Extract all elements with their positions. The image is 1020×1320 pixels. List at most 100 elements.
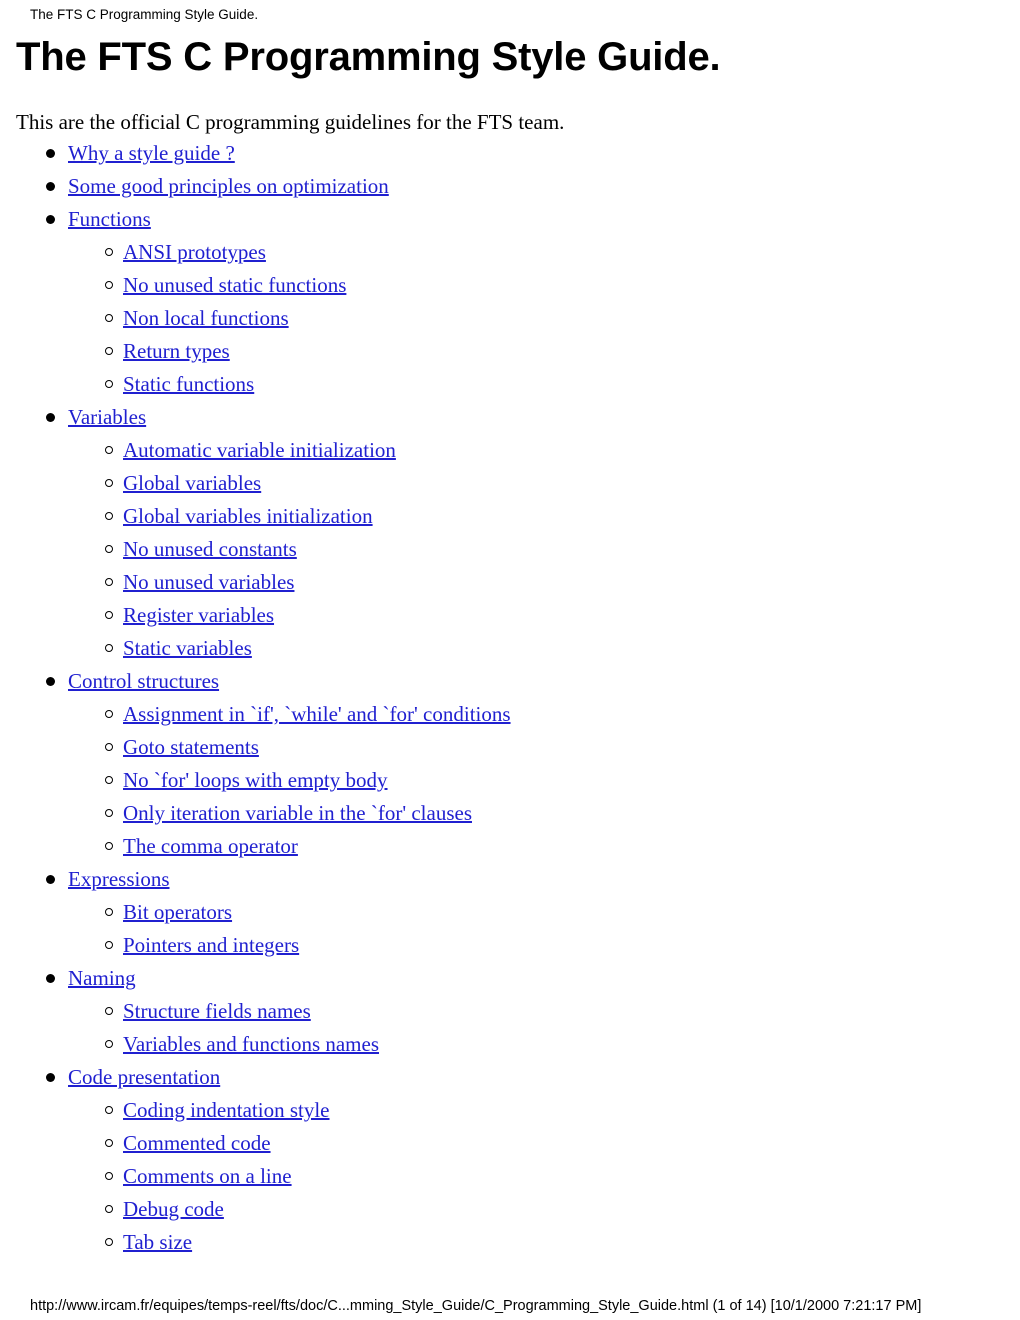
toc-link[interactable]: Variables [68, 404, 146, 431]
toc-subitem: Register variables [0, 602, 1020, 635]
toc-list-level1: Why a style guide ? Some good principles … [0, 140, 1020, 1262]
toc-list-level2: ANSI prototypes No unused static function… [0, 239, 1020, 404]
toc-row: No unused constants [0, 536, 1020, 569]
toc-sublink[interactable]: Variables and functions names [123, 1031, 379, 1058]
toc-sublink[interactable]: Pointers and integers [123, 932, 299, 959]
toc-subitem: Automatic variable initialization [0, 437, 1020, 470]
toc-row: Code presentation [0, 1064, 1020, 1097]
toc-subitem: Pointers and integers [0, 932, 1020, 965]
toc-sublink[interactable]: Static variables [123, 635, 252, 662]
intro-paragraph: This are the official C programming guid… [16, 110, 565, 134]
toc-sublink[interactable]: Automatic variable initialization [123, 437, 396, 464]
toc-sublink[interactable]: Structure fields names [123, 998, 311, 1025]
toc-sublink[interactable]: Tab size [123, 1229, 192, 1256]
disc-bullet-icon [46, 974, 55, 983]
page-title: The FTS C Programming Style Guide. [16, 35, 721, 79]
running-head: The FTS C Programming Style Guide. [30, 7, 259, 22]
toc-sublink[interactable]: No `for' loops with empty body [123, 767, 388, 794]
disc-bullet-icon [46, 875, 55, 884]
toc-sublink[interactable]: Goto statements [123, 734, 259, 761]
toc-row: Assignment in `if', `while' and `for' co… [0, 701, 1020, 734]
toc-item: Functions ANSI prototypes No unused static… [0, 206, 1020, 404]
toc-link[interactable]: Why a style guide ? [68, 140, 235, 167]
toc-subitem: Variables and functions names [0, 1031, 1020, 1064]
toc-sublink[interactable]: Return types [123, 338, 230, 365]
toc-link[interactable]: Naming [68, 965, 136, 992]
toc-sublink[interactable]: No unused static functions [123, 272, 346, 299]
toc-link[interactable]: Functions [68, 206, 151, 233]
circle-bullet-icon [105, 248, 113, 256]
toc-sublink[interactable]: Assignment in `if', `while' and `for' co… [123, 701, 511, 728]
toc-sublink[interactable]: Global variables [123, 470, 261, 497]
circle-bullet-icon [105, 578, 113, 586]
circle-bullet-icon [105, 512, 113, 520]
toc-subitem: Assignment in `if', `while' and `for' co… [0, 701, 1020, 734]
toc-list-level2: Coding indentation style Commented code Co… [0, 1097, 1020, 1262]
toc-sublink[interactable]: Coding indentation style [123, 1097, 329, 1124]
disc-bullet-icon [46, 149, 55, 158]
circle-bullet-icon [105, 314, 113, 322]
circle-bullet-icon [105, 611, 113, 619]
toc-item: Some good principles on optimization [0, 173, 1020, 206]
toc-subitem: Debug code [0, 1196, 1020, 1229]
toc-sublink[interactable]: Commented code [123, 1130, 271, 1157]
toc-row: Return types [0, 338, 1020, 371]
toc-sublink[interactable]: ANSI prototypes [123, 239, 266, 266]
circle-bullet-icon [105, 479, 113, 487]
circle-bullet-icon [105, 644, 113, 652]
toc-sublink[interactable]: Global variables initialization [123, 503, 373, 530]
toc-row: No unused variables [0, 569, 1020, 602]
toc-row: Non local functions [0, 305, 1020, 338]
toc-sublink[interactable]: Non local functions [123, 305, 289, 332]
toc-row: Global variables [0, 470, 1020, 503]
toc-sublink[interactable]: No unused constants [123, 536, 297, 563]
toc-row: Expressions [0, 866, 1020, 899]
toc-row: No unused static functions [0, 272, 1020, 305]
toc-row: Goto statements [0, 734, 1020, 767]
toc-subitem: Tab size [0, 1229, 1020, 1262]
toc-list-level2: Bit operators Pointers and integers [0, 899, 1020, 965]
document-page: The FTS C Programming Style Guide. The F… [0, 0, 1020, 1320]
toc-row: Only iteration variable in the `for' cla… [0, 800, 1020, 833]
toc-row: Commented code [0, 1130, 1020, 1163]
toc-sublink[interactable]: No unused variables [123, 569, 294, 596]
disc-bullet-icon [46, 1073, 55, 1082]
toc-subitem: No unused constants [0, 536, 1020, 569]
toc-row: Functions [0, 206, 1020, 239]
circle-bullet-icon [105, 1172, 113, 1180]
toc-sublink[interactable]: Static functions [123, 371, 254, 398]
toc-link[interactable]: Expressions [68, 866, 170, 893]
toc-subitem: Non local functions [0, 305, 1020, 338]
toc-row: ANSI prototypes [0, 239, 1020, 272]
circle-bullet-icon [105, 1238, 113, 1246]
toc-sublink[interactable]: Bit operators [123, 899, 232, 926]
toc-link[interactable]: Control structures [68, 668, 219, 695]
disc-bullet-icon [46, 413, 55, 422]
circle-bullet-icon [105, 1139, 113, 1147]
circle-bullet-icon [105, 1007, 113, 1015]
toc-item: Why a style guide ? [0, 140, 1020, 173]
toc-sublink[interactable]: Comments on a line [123, 1163, 292, 1190]
toc-item: Control structures Assignment in `if', `w… [0, 668, 1020, 866]
toc-sublink[interactable]: Debug code [123, 1196, 224, 1223]
circle-bullet-icon [105, 1205, 113, 1213]
toc-list-level2: Automatic variable initialization Global … [0, 437, 1020, 668]
toc-row: Debug code [0, 1196, 1020, 1229]
circle-bullet-icon [105, 1106, 113, 1114]
toc-sublink[interactable]: Register variables [123, 602, 274, 629]
disc-bullet-icon [46, 215, 55, 224]
circle-bullet-icon [105, 710, 113, 718]
disc-bullet-icon [46, 677, 55, 686]
toc-sublink[interactable]: Only iteration variable in the `for' cla… [123, 800, 472, 827]
toc-subitem: Only iteration variable in the `for' cla… [0, 800, 1020, 833]
toc-sublink[interactable]: The comma operator [123, 833, 298, 860]
toc-subitem: ANSI prototypes [0, 239, 1020, 272]
toc-link[interactable]: Some good principles on optimization [68, 173, 389, 200]
toc-item: Expressions Bit operators Pointers and int… [0, 866, 1020, 965]
toc-subitem: Static variables [0, 635, 1020, 668]
circle-bullet-icon [105, 281, 113, 289]
toc-link[interactable]: Code presentation [68, 1064, 220, 1091]
toc-subitem: The comma operator [0, 833, 1020, 866]
disc-bullet-icon [46, 182, 55, 191]
toc-row: Structure fields names [0, 998, 1020, 1031]
